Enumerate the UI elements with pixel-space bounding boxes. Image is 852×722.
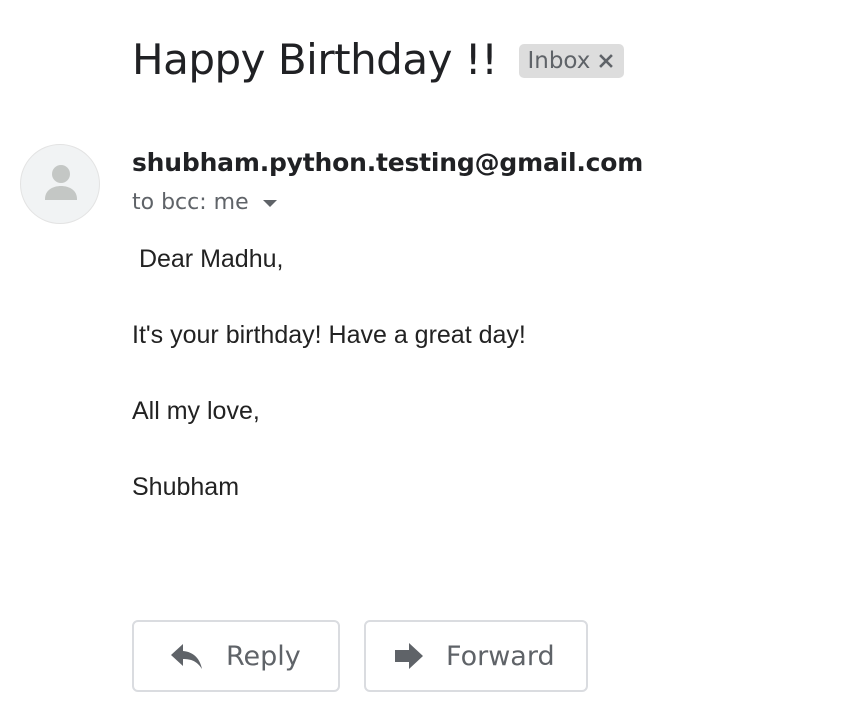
close-icon[interactable] [598, 53, 614, 69]
person-icon [45, 165, 77, 200]
reply-arrow-icon [171, 644, 202, 669]
body-line: It's your birthday! Have a great day! [132, 321, 526, 349]
forward-button[interactable]: Forward [364, 620, 588, 692]
recipient-row: to bcc: me [132, 190, 279, 215]
forward-arrow-icon [395, 643, 423, 669]
body-closing: All my love, [132, 397, 260, 425]
forward-label: Forward [446, 640, 555, 672]
recipients-text: to bcc: me [132, 190, 249, 215]
subject-row: Happy Birthday !! Inbox [132, 30, 625, 90]
email-body: Dear Madhu, It's your birthday! Have a g… [132, 240, 526, 544]
label-name: Inbox [527, 48, 591, 74]
email-subject: Happy Birthday !! [132, 35, 498, 84]
caret-down-icon[interactable] [261, 197, 279, 209]
sender-email[interactable]: shubham.python.testing@gmail.com [132, 148, 643, 177]
reply-label: Reply [226, 640, 301, 672]
email-view: Happy Birthday !! Inbox shubham.python.t… [0, 0, 852, 722]
inbox-label-chip[interactable]: Inbox [519, 44, 625, 78]
avatar[interactable] [20, 144, 100, 224]
body-greeting: Dear Madhu, [132, 245, 284, 273]
reply-button[interactable]: Reply [132, 620, 340, 692]
body-signature: Shubham [132, 473, 240, 501]
